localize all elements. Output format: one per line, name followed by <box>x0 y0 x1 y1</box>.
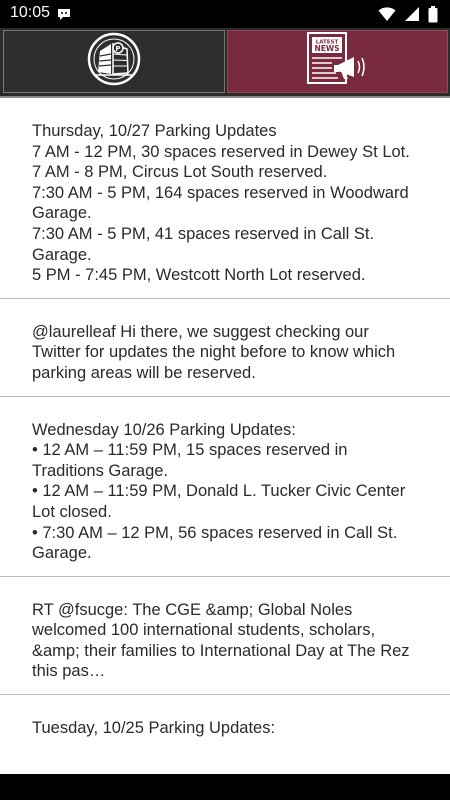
status-bar: 10:05 <box>0 0 450 28</box>
tab-latest-news[interactable]: LATEST NEWS <box>226 30 448 93</box>
top-tab-bar: P LATEST NEWS <box>0 28 450 98</box>
signal-icon <box>404 6 420 22</box>
logo-text-news: NEWS <box>315 44 340 53</box>
feed-post[interactable]: Wednesday 10/26 Parking Updates: • 12 AM… <box>0 397 450 577</box>
parking-building-icon: P <box>87 32 141 91</box>
notification-icon <box>56 6 72 22</box>
svg-text:P: P <box>115 45 120 53</box>
battery-icon <box>428 5 438 23</box>
latest-news-icon: LATEST NEWS <box>302 31 372 92</box>
feed-post[interactable]: Thursday, 10/27 Parking Updates 7 AM - 1… <box>0 98 450 299</box>
status-time: 10:05 <box>10 4 51 21</box>
news-feed[interactable]: Thursday, 10/27 Parking Updates 7 AM - 1… <box>0 98 450 774</box>
post-text: @laurelleaf Hi there, we suggest checkin… <box>32 322 396 382</box>
tab-home[interactable]: P <box>3 30 225 93</box>
feed-post[interactable]: @laurelleaf Hi there, we suggest checkin… <box>0 299 450 397</box>
system-navigation-bar <box>0 774 450 800</box>
post-text: Thursday, 10/27 Parking Updates 7 AM - 1… <box>32 122 410 285</box>
post-text: RT @fsucge: The CGE &amp; Global Noles w… <box>32 600 410 681</box>
post-text: Tuesday, 10/25 Parking Updates: <box>32 719 276 738</box>
post-text: Wednesday 10/26 Parking Updates: • 12 AM… <box>32 420 406 563</box>
wifi-icon <box>378 6 396 22</box>
feed-post[interactable]: RT @fsucge: The CGE &amp; Global Noles w… <box>0 577 450 696</box>
feed-post[interactable]: Tuesday, 10/25 Parking Updates: <box>0 695 450 751</box>
